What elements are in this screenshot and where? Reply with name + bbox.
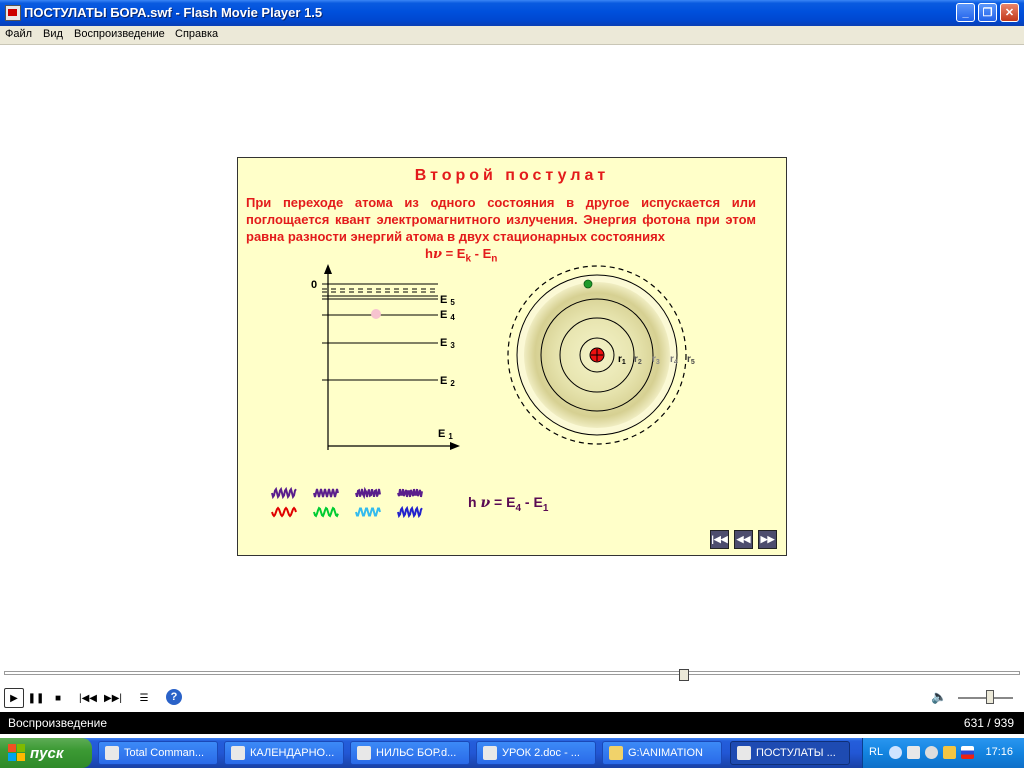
taskbar-item-label: Total Comman... (124, 747, 205, 759)
menu-bar: Файл Вид Воспроизведение Справка (0, 26, 1024, 45)
menu-file[interactable]: Файл (5, 28, 32, 40)
system-tray: RL 17:16 (862, 738, 1024, 768)
photon-wave (397, 505, 423, 519)
seek-thumb[interactable] (679, 669, 689, 681)
orbit-r5-label: r5 (687, 354, 695, 366)
photon-wave (397, 488, 423, 498)
level-e5-label: E5 (440, 294, 455, 307)
menu-playback[interactable]: Воспроизведение (74, 28, 165, 40)
clock[interactable]: 17:16 (985, 746, 1013, 758)
app-icon (737, 746, 751, 760)
photon-wave (313, 488, 339, 498)
slide-next-button[interactable]: ▶▶ (758, 530, 777, 549)
taskbar: пуск Total Comman... КАЛЕНДАРНО... НИЛЬС Б… (0, 738, 1024, 768)
taskbar-item-label: НИЛЬС БОР.d... (376, 747, 457, 759)
previous-button[interactable]: |◀◀ (78, 688, 98, 708)
taskbar-item-label: G:\ANIMATION (628, 747, 703, 759)
back-icon[interactable] (889, 746, 902, 759)
movie-area: Второй постулат При переходе атома из од… (0, 45, 1024, 661)
language-indicator[interactable]: RL (869, 746, 883, 758)
app-icon (105, 746, 119, 760)
playlist-button[interactable]: ☰ (134, 688, 154, 708)
slide-first-button[interactable]: |◀◀ (710, 530, 729, 549)
taskbar-item[interactable]: НИЛЬС БОР.d... (350, 741, 470, 765)
app-icon (609, 746, 623, 760)
photon-wave (355, 507, 381, 517)
photon-wave (271, 506, 297, 518)
device-icon[interactable] (907, 746, 920, 759)
window-title-bar[interactable]: ПОСТУЛАТЫ БОРА.swf - Flash Movie Player … (0, 0, 1024, 26)
speaker-icon[interactable]: 🔈 (931, 689, 947, 705)
flash-player-icon (5, 5, 21, 21)
taskbar-item[interactable]: G:\ANIMATION (602, 741, 722, 765)
taskbar-item[interactable]: Total Comman... (98, 741, 218, 765)
seek-track[interactable] (4, 671, 1020, 675)
windows-logo-icon (8, 744, 26, 762)
taskbar-item-label: УРОК 2.doc - ... (502, 747, 580, 759)
photon-wave (271, 486, 297, 500)
photon-wave (355, 486, 381, 500)
close-button[interactable]: ✕ (1000, 3, 1019, 22)
menu-view[interactable]: Вид (43, 28, 63, 40)
orbit-electron (583, 279, 593, 289)
taskbar-item[interactable]: УРОК 2.doc - ... (476, 741, 596, 765)
menu-help[interactable]: Справка (175, 28, 218, 40)
start-button[interactable]: пуск (0, 738, 92, 768)
atom-diagram: r1 r2 r3 r4 r5 (507, 265, 695, 445)
stop-button[interactable]: ■ (48, 688, 68, 708)
russian-flag-icon[interactable] (961, 746, 974, 759)
minimize-button[interactable]: _ (956, 3, 975, 22)
formula-bottom: h ν = E4 - E1 (468, 494, 549, 514)
window-title: ПОСТУЛАТЫ БОРА.swf - Flash Movie Player … (24, 5, 323, 20)
help-icon[interactable]: ? (166, 689, 182, 705)
level-e1-label: E1 (438, 428, 453, 441)
pause-button[interactable]: ❚❚ (26, 688, 46, 708)
photon-wave (313, 506, 339, 518)
play-button[interactable]: ▶ (4, 688, 24, 708)
photon-waves (271, 486, 423, 519)
volume-tray-icon[interactable] (943, 746, 956, 759)
security-icon[interactable] (925, 746, 938, 759)
slide-prev-button[interactable]: ◀◀ (734, 530, 753, 549)
app-icon (483, 746, 497, 760)
volume-thumb[interactable] (986, 690, 994, 704)
maximize-button[interactable]: ❐ (978, 3, 997, 22)
status-text: Воспроизведение (8, 716, 108, 730)
app-icon (231, 746, 245, 760)
taskbar-item[interactable]: ПОСТУЛАТЫ ... (730, 741, 850, 765)
axis-zero-label: 0 (311, 279, 317, 291)
player-controls: ▶ ❚❚ ■ |◀◀ ▶▶| ☰ ? 🔈 (0, 685, 1024, 711)
next-button[interactable]: ▶▶| (103, 688, 123, 708)
level-e2-label: E2 (440, 375, 455, 388)
level-e3-label: E3 (440, 337, 455, 350)
taskbar-item-label: ПОСТУЛАТЫ ... (756, 747, 836, 759)
level-e4-label: E4 (440, 309, 455, 322)
flash-slide: Второй постулат При переходе атома из од… (237, 157, 787, 556)
energy-level-diagram: 0 E5 E4 E3 E2 E1 (311, 264, 460, 450)
status-bar: Воспроизведение 631 / 939 (0, 712, 1024, 734)
frame-counter: 631 / 939 (963, 716, 1014, 730)
electron-marker (371, 309, 381, 319)
taskbar-item[interactable]: КАЛЕНДАРНО... (224, 741, 344, 765)
taskbar-item-label: КАЛЕНДАРНО... (250, 747, 335, 759)
app-icon (357, 746, 371, 760)
